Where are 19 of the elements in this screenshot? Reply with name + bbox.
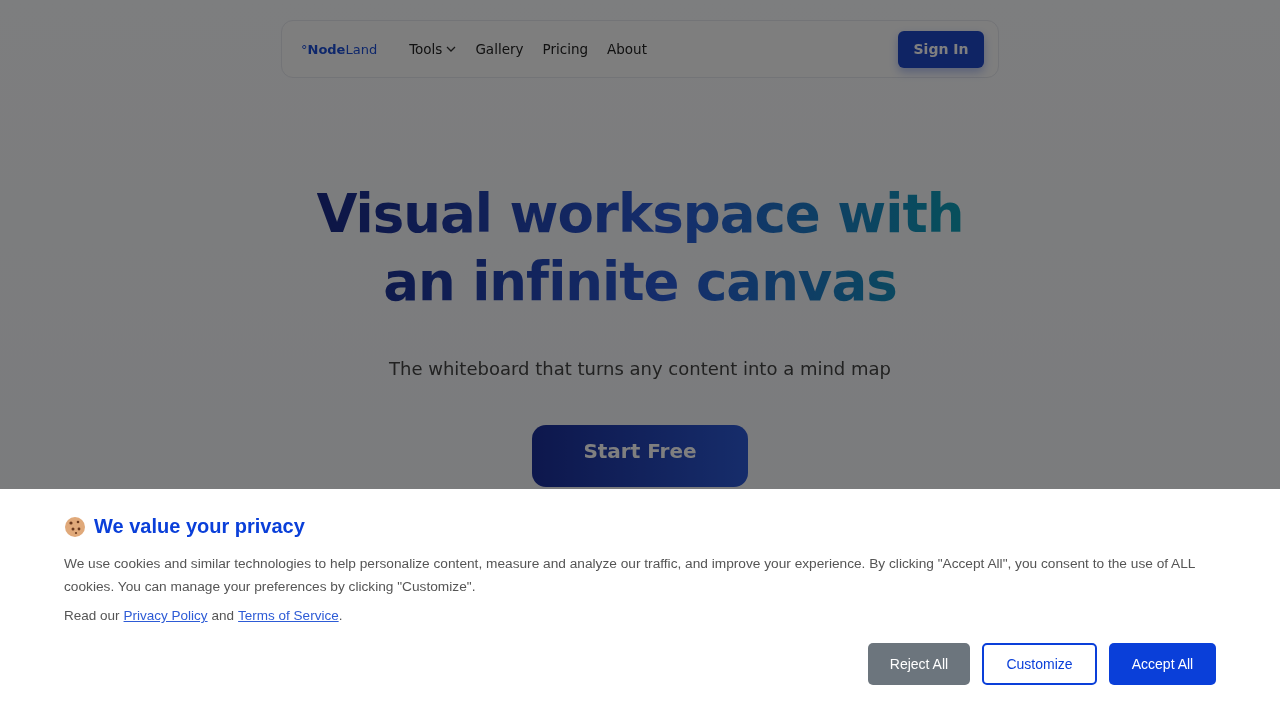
hero-subtitle: The whiteboard that turns any content into a mind map: [389, 358, 891, 379]
privacy-policy-link[interactable]: Privacy Policy: [123, 608, 208, 623]
banner-title: We value your privacy: [94, 515, 305, 538]
sign-in-button[interactable]: Sign In: [898, 30, 984, 68]
nav-link[interactable]: Tools: [409, 41, 457, 57]
primary-button[interactable]: Accept All: [1109, 643, 1216, 685]
period-text: .: [338, 608, 343, 623]
cookie-icon: [64, 515, 86, 538]
start-free-button[interactable]: Start Free: [532, 425, 748, 487]
nav-link[interactable]: Pricing: [542, 41, 588, 57]
banner-text: We use cookies and similar technologies to help personalize content, measure and analyze our traffic, and improve your experience. By clicking "Accept All", you consent to the use of ALL cookies. You can manage your preferences by clicking "Customize".: [64, 555, 1196, 596]
outline-button[interactable]: Customize: [982, 643, 1097, 685]
and-text: and: [211, 608, 235, 623]
secondary-button[interactable]: Reject All: [868, 643, 970, 685]
logo[interactable]: °NodeLand: [301, 41, 378, 57]
nav-link[interactable]: Gallery: [475, 41, 524, 57]
terms-link[interactable]: Terms of Service: [238, 608, 339, 623]
nav-link[interactable]: About: [607, 41, 647, 57]
read-text: Read our: [64, 608, 120, 623]
